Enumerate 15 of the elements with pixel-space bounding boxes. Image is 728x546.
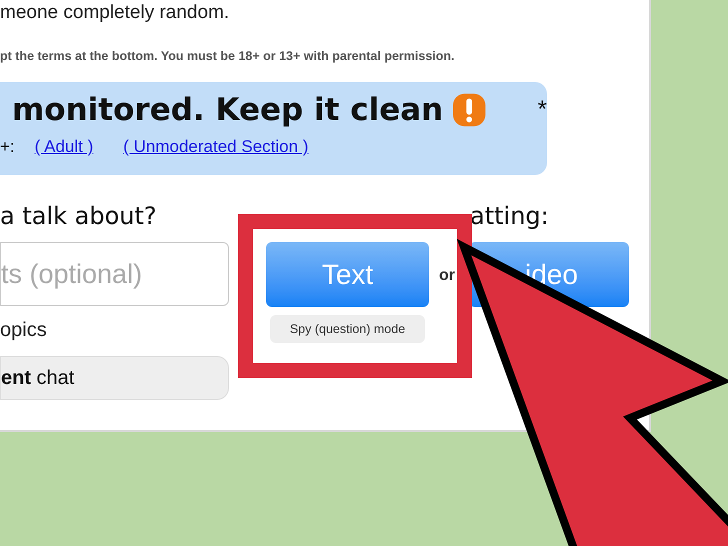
age-prefix: +: xyxy=(0,136,15,158)
chat-button[interactable]: ent chat xyxy=(0,356,229,400)
start-heading: atting: xyxy=(470,201,549,231)
topics-heading: a talk about? xyxy=(0,201,158,231)
terms-notice: pt the terms at the bottom. You must be 18+ or 13+ with parental permission. xyxy=(0,48,454,65)
spy-mode-button[interactable]: Spy (question) mode xyxy=(270,315,425,343)
asterisk: * xyxy=(538,95,547,125)
exclamation-icon xyxy=(453,93,486,127)
banner-heading: monitored. Keep it clean xyxy=(12,91,444,130)
topics-field[interactable]: ts (optional) xyxy=(0,242,229,306)
section-link[interactable]: ( Adult ) xyxy=(34,136,94,158)
or-text: or xyxy=(439,266,455,286)
topics-label: opics xyxy=(0,318,47,342)
intro-text: meone completely random. xyxy=(0,1,230,25)
section-link[interactable]: ( Unmoderated Section ) xyxy=(123,136,308,158)
